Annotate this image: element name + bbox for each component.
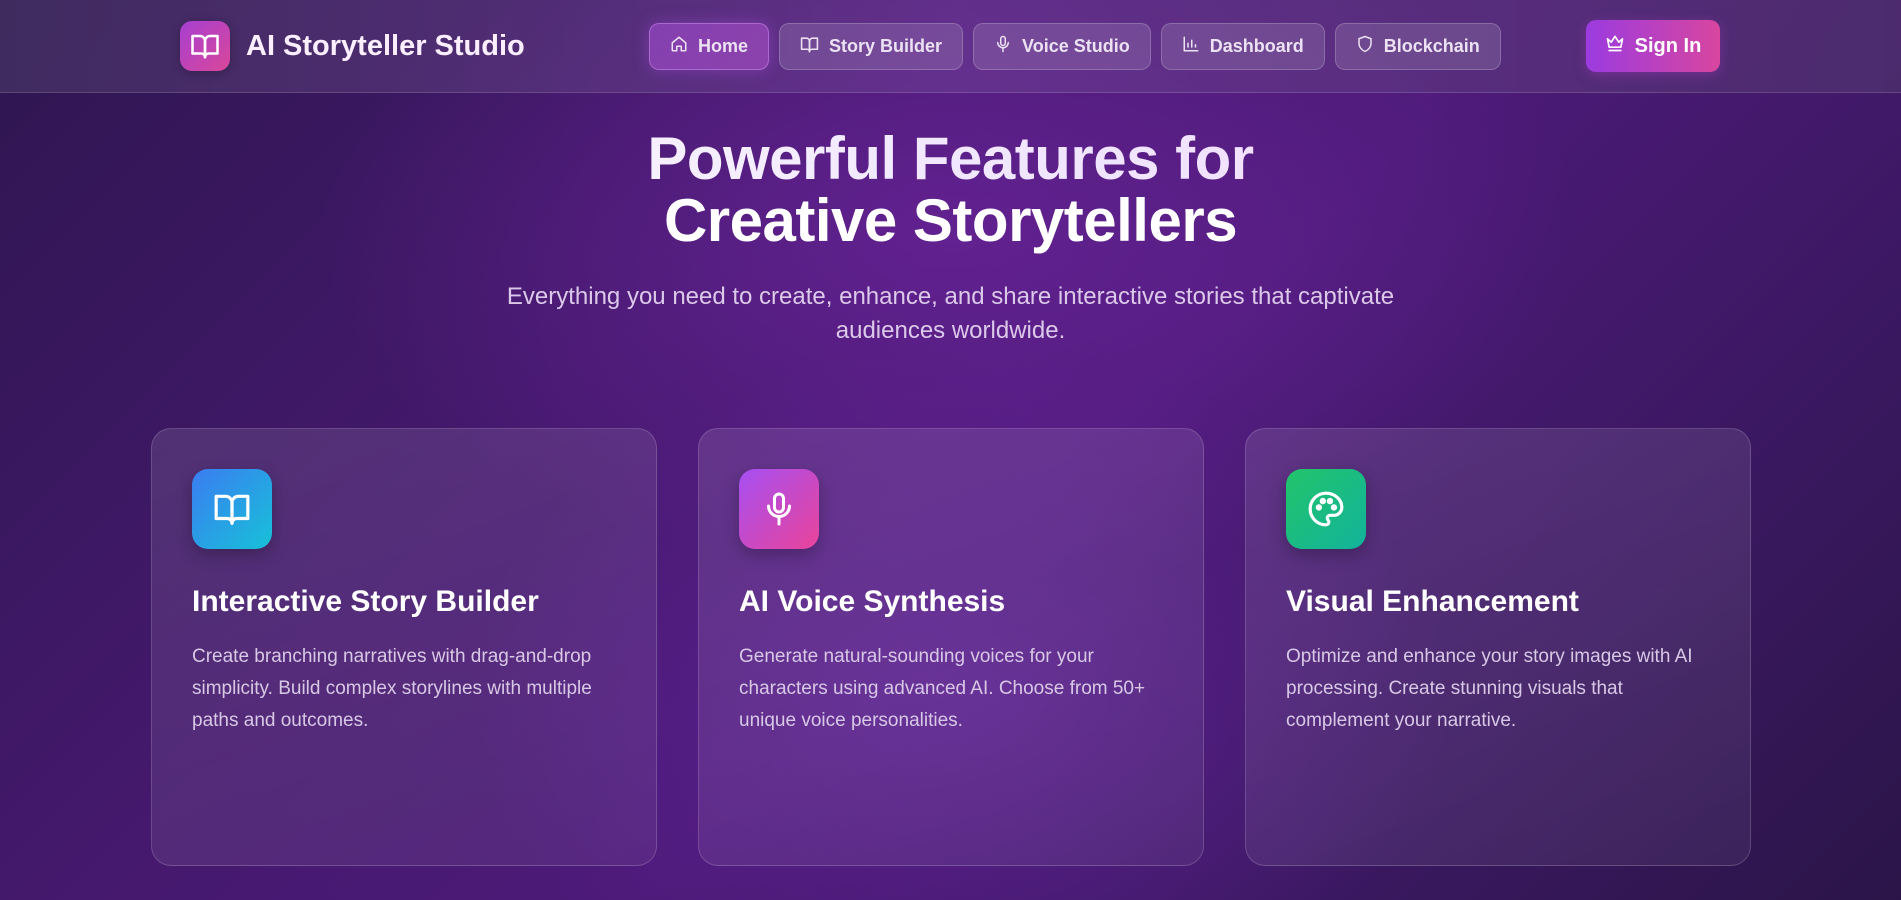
microphone-icon xyxy=(739,469,819,549)
feature-card-voice-synthesis: AI Voice Synthesis Generate natural-soun… xyxy=(698,428,1204,866)
feature-card-title: AI Voice Synthesis xyxy=(739,585,1006,618)
bar-chart-icon xyxy=(1182,35,1200,58)
feature-card-visual-enhancement: Visual Enhancement Optimize and enhance … xyxy=(1245,428,1751,866)
hero-title-line1: Powerful Features for xyxy=(0,128,1901,190)
hero-subtitle: Everything you need to create, enhance, … xyxy=(506,283,1395,344)
nav-item-label: Home xyxy=(698,36,749,56)
book-open-icon xyxy=(180,21,230,71)
nav-item-home[interactable]: Home xyxy=(649,23,770,70)
nav-item-dashboard[interactable]: Dashboard xyxy=(1160,23,1325,70)
microphone-icon xyxy=(994,35,1012,58)
nav-item-label: Story Builder xyxy=(829,36,943,56)
book-open-icon xyxy=(192,469,272,549)
sign-in-label: Sign In xyxy=(1634,34,1702,57)
nav-item-voice-studio[interactable]: Voice Studio xyxy=(973,23,1151,70)
nav-item-blockchain[interactable]: Blockchain xyxy=(1334,23,1501,70)
nav-item-label: Blockchain xyxy=(1383,36,1480,56)
feature-card-description: Create branching narratives with drag-an… xyxy=(192,646,592,731)
feature-card-title: Visual Enhancement xyxy=(1286,585,1579,618)
top-navbar: AI Storyteller Studio Home Story Builder… xyxy=(0,0,1901,93)
brand-title: AI Storyteller Studio xyxy=(246,29,525,62)
feature-cards: Interactive Story Builder Create branchi… xyxy=(151,428,1751,866)
sign-in-button[interactable]: Sign In xyxy=(1586,20,1720,72)
nav-item-label: Voice Studio xyxy=(1022,36,1130,56)
nav-item-label: Dashboard xyxy=(1209,36,1304,56)
palette-icon xyxy=(1286,469,1366,549)
crown-icon xyxy=(1605,33,1625,59)
brand[interactable]: AI Storyteller Studio xyxy=(180,20,525,72)
nav-item-story-builder[interactable]: Story Builder xyxy=(779,23,964,70)
feature-card-description: Generate natural-sounding voices for you… xyxy=(739,646,1146,731)
hero-title: Powerful Features for Creative Storytell… xyxy=(0,128,1901,252)
shield-icon xyxy=(1356,35,1374,58)
hero-title-line2: Creative Storytellers xyxy=(663,187,1238,254)
feature-card-title: Interactive Story Builder xyxy=(192,585,539,618)
feature-card-story-builder: Interactive Story Builder Create branchi… xyxy=(151,428,657,866)
book-open-icon xyxy=(800,35,819,59)
home-icon xyxy=(670,35,688,58)
feature-card-description: Optimize and enhance your story images w… xyxy=(1286,646,1693,731)
nav-menu: Home Story Builder Voice Studio Dashboar… xyxy=(649,23,1501,70)
